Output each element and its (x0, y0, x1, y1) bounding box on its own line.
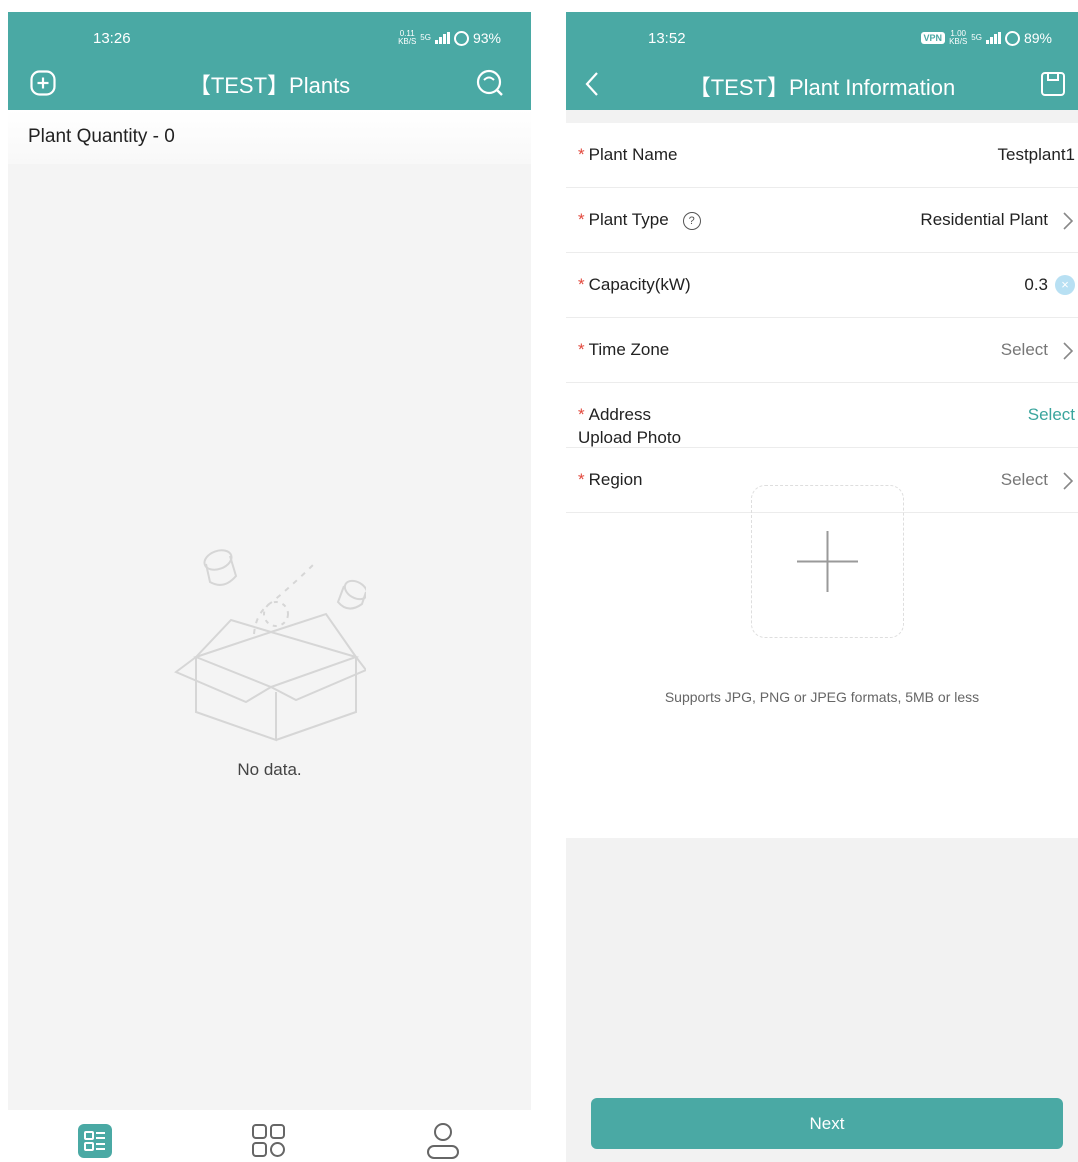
status-indicators: 0.11 KB/S 5G 93% (398, 29, 501, 47)
plant-quantity-bar: Plant Quantity - 0 (8, 110, 531, 164)
grid-icon (252, 1124, 285, 1157)
region-label: Region (588, 470, 643, 489)
chevron-right-icon (1063, 342, 1074, 360)
battery-level: 93% (472, 30, 501, 46)
network-type: 5G (971, 33, 982, 42)
help-icon[interactable]: ? (682, 212, 701, 230)
nav-plants-tab[interactable] (76, 1122, 114, 1160)
plus-icon (797, 531, 858, 592)
nav-apps-tab[interactable] (250, 1122, 288, 1160)
time-zone-select[interactable]: Select (1001, 340, 1048, 360)
next-button[interactable]: Next (591, 1098, 1063, 1149)
app-bar: 13:52 VPN 1.00 KB/S 5G 89% 【TEST】Plant In… (566, 12, 1078, 110)
required-mark: * (578, 275, 585, 294)
save-icon (1041, 72, 1065, 96)
plant-name-row[interactable]: * Plant Name Testplant1 (566, 123, 1078, 188)
network-speed: 1.00 KB/S (949, 29, 968, 46)
region-select[interactable]: Select (1001, 470, 1048, 490)
save-button[interactable] (1038, 69, 1068, 99)
address-label: Address (588, 405, 651, 424)
capacity-input[interactable]: 0.3 (1024, 275, 1048, 295)
user-icon (427, 1123, 459, 1159)
upload-photo-button[interactable] (751, 485, 904, 638)
capacity-row[interactable]: * Capacity(kW) 0.3 × (566, 253, 1078, 318)
list-icon (78, 1124, 112, 1158)
upload-photo-label: Upload Photo (578, 428, 682, 447)
clear-icon[interactable]: × (1055, 275, 1075, 295)
battery-level: 89% (1023, 30, 1052, 46)
address-select-link[interactable]: Select (1028, 405, 1075, 425)
plant-type-label: Plant Type (588, 210, 669, 229)
plant-type-value[interactable]: Residential Plant (920, 210, 1048, 230)
plants-screen: 13:26 0.11 KB/S 5G 93% 【TEST】Plants Plant… (8, 12, 531, 1162)
status-time: 13:52 (648, 30, 686, 47)
chevron-right-icon (1063, 472, 1074, 490)
network-speed: 0.11 KB/S (398, 29, 417, 46)
empty-box-illustration (174, 549, 366, 742)
battery-icon (453, 30, 469, 46)
plant-name-label: Plant Name (588, 145, 678, 164)
required-mark: * (578, 405, 585, 424)
battery-icon (1004, 30, 1020, 46)
status-indicators: VPN 1.00 KB/S 5G 89% (920, 29, 1052, 46)
page-title: 【TEST】Plant Information (688, 75, 956, 100)
plant-quantity: Plant Quantity - 0 (28, 126, 175, 147)
app-bar: 13:26 0.11 KB/S 5G 93% 【TEST】Plants (8, 12, 531, 110)
required-mark: * (578, 340, 585, 359)
vpn-badge: VPN (920, 32, 946, 44)
plant-name-input[interactable]: Testplant1 (998, 145, 1076, 165)
upload-hint: Supports JPG, PNG or JPEG formats, 5MB o… (664, 689, 980, 705)
signal-icon (434, 32, 450, 44)
network-type: 5G (420, 33, 431, 42)
bottom-nav (8, 1110, 531, 1162)
plant-type-row[interactable]: * Plant Type? Residential Plant (566, 188, 1078, 253)
page-title: 【TEST】Plants (188, 73, 351, 98)
plant-information-screen: 13:52 VPN 1.00 KB/S 5G 89% 【TEST】Plant In… (566, 12, 1078, 1162)
chevron-right-icon (1063, 212, 1074, 230)
signal-icon (985, 32, 1001, 44)
capacity-label: Capacity(kW) (588, 275, 691, 294)
time-zone-label: Time Zone (588, 340, 670, 359)
required-mark: * (578, 210, 585, 229)
search-button[interactable] (475, 68, 505, 98)
status-time: 13:26 (93, 30, 131, 47)
required-mark: * (578, 145, 585, 164)
plant-form: * Plant Name Testplant1 * Plant Type? Resi… (566, 123, 1078, 838)
search-icon (476, 69, 503, 96)
required-mark: * (578, 470, 585, 489)
time-zone-row[interactable]: * Time Zone Select (566, 318, 1078, 383)
nav-profile-tab[interactable] (424, 1122, 462, 1160)
empty-state-text: No data. (237, 760, 302, 779)
